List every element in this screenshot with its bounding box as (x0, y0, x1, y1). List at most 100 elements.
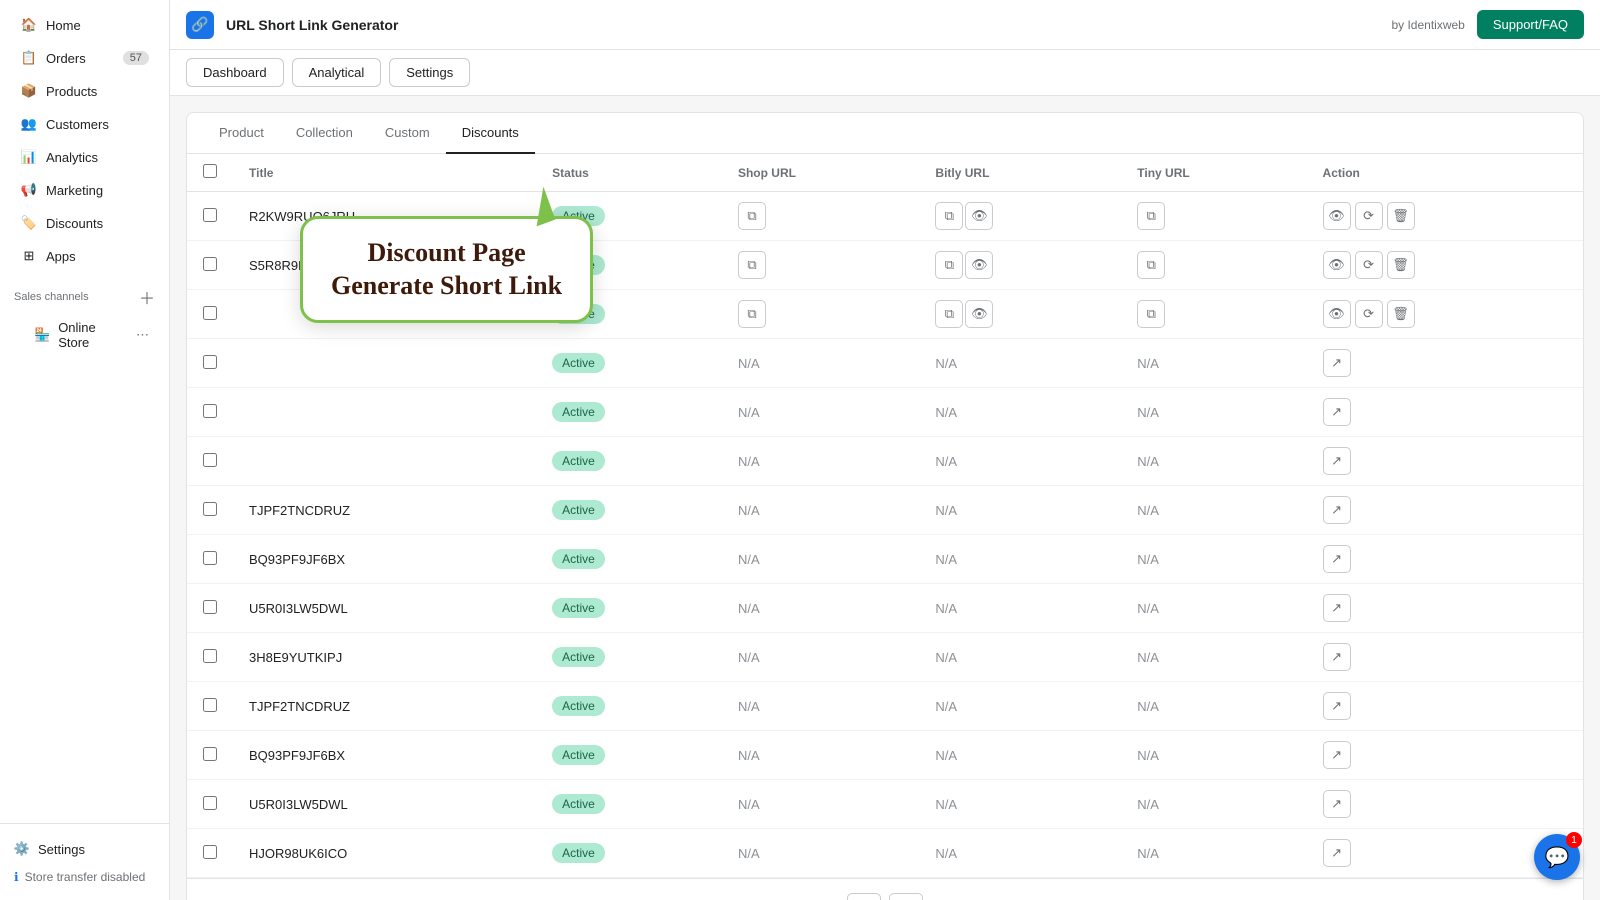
copy-tiny-url-button[interactable]: ⧉ (1137, 202, 1165, 230)
copy-bitly-url-button[interactable]: ⧉ (935, 251, 963, 279)
external-link-button[interactable]: ↗ (1323, 398, 1351, 426)
external-link-button[interactable]: ↗ (1323, 594, 1351, 622)
na-text: N/A (738, 846, 760, 861)
external-link-button[interactable]: ↗ (1323, 692, 1351, 720)
main-card: Product Collection Custom Discounts Titl… (186, 112, 1584, 900)
sidebar-item-home[interactable]: 🏠 Home (6, 9, 163, 41)
sidebar-item-products[interactable]: 📦 Products (6, 75, 163, 107)
external-link-button[interactable]: ↗ (1323, 741, 1351, 769)
external-link-button[interactable]: ↗ (1323, 349, 1351, 377)
row-tiny-url: N/A (1121, 388, 1306, 437)
col-action: Action (1307, 154, 1583, 192)
row-checkbox[interactable] (203, 796, 217, 810)
tab-discounts[interactable]: Discounts (446, 113, 535, 154)
delete-action-button[interactable]: 🗑 (1387, 202, 1415, 230)
refresh-action-button[interactable]: ⟳ (1355, 251, 1383, 279)
analytics-icon: 📊 (20, 148, 38, 166)
sidebar-item-marketing[interactable]: 📢 Marketing (6, 174, 163, 206)
col-bitly-url: Bitly URL (919, 154, 1121, 192)
row-checkbox[interactable] (203, 453, 217, 467)
sidebar-item-online-store[interactable]: 🏪 Online Store ⋯ (6, 314, 163, 356)
support-faq-button[interactable]: Support/FAQ (1477, 10, 1584, 39)
sidebar-item-label: Analytics (46, 150, 98, 165)
sidebar-item-apps[interactable]: ⊞ Apps (6, 240, 163, 272)
row-checkbox[interactable] (203, 649, 217, 663)
store-transfer-status: ℹ Store transfer disabled (0, 864, 169, 890)
external-link-button[interactable]: ↗ (1323, 447, 1351, 475)
row-bitly-url: N/A (919, 339, 1121, 388)
sidebar-item-settings[interactable]: ⚙️ Settings (0, 834, 169, 864)
tab-collection[interactable]: Collection (280, 113, 369, 154)
dashboard-button[interactable]: Dashboard (186, 58, 284, 87)
sales-channels-label: Sales channels (14, 291, 89, 303)
online-store-icon: 🏪 (34, 327, 50, 343)
chat-icon: 💬 (1545, 845, 1570, 870)
refresh-action-button[interactable]: ⟳ (1355, 202, 1383, 230)
chat-notification-badge: 1 (1566, 832, 1582, 848)
copy-shop-url-button[interactable]: ⧉ (738, 202, 766, 230)
prev-page-button[interactable]: ← (847, 893, 881, 900)
row-checkbox[interactable] (203, 600, 217, 614)
row-title: BQ93PF9JF6BX (233, 535, 536, 584)
row-checkbox[interactable] (203, 551, 217, 565)
row-checkbox[interactable] (203, 257, 217, 271)
copy-tiny-url-button[interactable]: ⧉ (1137, 300, 1165, 328)
view-action-button[interactable]: 👁 (1323, 202, 1351, 230)
sidebar-item-customers[interactable]: 👥 Customers (6, 108, 163, 140)
row-tiny-url: ⧉ (1121, 290, 1306, 339)
sidebar-item-analytics[interactable]: 📊 Analytics (6, 141, 163, 173)
online-store-expand-icon[interactable]: ⋯ (136, 327, 149, 343)
external-link-button[interactable]: ↗ (1323, 545, 1351, 573)
external-link-button[interactable]: ↗ (1323, 496, 1351, 524)
row-bitly-url: N/A (919, 780, 1121, 829)
row-checkbox[interactable] (203, 747, 217, 761)
view-bitly-url-button[interactable]: 👁 (965, 251, 993, 279)
row-checkbox[interactable] (203, 208, 217, 222)
top-bar: 🔗 URL Short Link Generator by Identixweb… (170, 0, 1600, 50)
refresh-action-button[interactable]: ⟳ (1355, 300, 1383, 328)
view-action-button[interactable]: 👁 (1323, 251, 1351, 279)
settings-button[interactable]: Settings (389, 58, 470, 87)
sidebar-item-discounts[interactable]: 🏷️ Discounts (6, 207, 163, 239)
chat-bubble[interactable]: 💬 1 (1534, 834, 1580, 880)
view-bitly-url-button[interactable]: 👁 (965, 202, 993, 230)
external-link-button[interactable]: ↗ (1323, 643, 1351, 671)
row-checkbox[interactable] (203, 355, 217, 369)
discounts-table: Title Status Shop URL Bitly URL Tiny URL… (187, 154, 1583, 878)
analytical-button[interactable]: Analytical (292, 58, 382, 87)
row-tiny-url: N/A (1121, 437, 1306, 486)
delete-action-button[interactable]: 🗑 (1387, 251, 1415, 279)
copy-bitly-url-button[interactable]: ⧉ (935, 300, 963, 328)
sidebar-item-orders[interactable]: 📋 Orders 57 (6, 42, 163, 74)
row-checkbox[interactable] (203, 404, 217, 418)
apps-icon: ⊞ (20, 247, 38, 265)
na-text: N/A (1137, 454, 1159, 469)
tab-product[interactable]: Product (203, 113, 280, 154)
app-by: by Identixweb (1391, 18, 1464, 32)
next-page-button[interactable]: → (889, 893, 923, 900)
external-link-button[interactable]: ↗ (1323, 790, 1351, 818)
copy-tiny-url-button[interactable]: ⧉ (1137, 251, 1165, 279)
row-checkbox[interactable] (203, 306, 217, 320)
na-text: N/A (738, 601, 760, 616)
tab-custom[interactable]: Custom (369, 113, 446, 154)
add-sales-channel-icon[interactable]: ＋ (139, 285, 155, 309)
copy-shop-url-button[interactable]: ⧉ (738, 251, 766, 279)
row-status: Active (536, 633, 722, 682)
delete-action-button[interactable]: 🗑 (1387, 300, 1415, 328)
view-action-button[interactable]: 👁 (1323, 300, 1351, 328)
copy-bitly-url-button[interactable]: ⧉ (935, 202, 963, 230)
row-checkbox[interactable] (203, 845, 217, 859)
external-link-button[interactable]: ↗ (1323, 839, 1351, 867)
copy-shop-url-button[interactable]: ⧉ (738, 300, 766, 328)
row-shop-url: N/A (722, 633, 919, 682)
select-all-checkbox[interactable] (203, 164, 217, 178)
settings-icon: ⚙️ (14, 841, 30, 857)
status-badge: Active (552, 402, 605, 422)
row-checkbox[interactable] (203, 502, 217, 516)
row-checkbox[interactable] (203, 698, 217, 712)
row-title: U5R0I3LW5DWL (233, 584, 536, 633)
view-bitly-url-button[interactable]: 👁 (965, 300, 993, 328)
row-shop-url: N/A (722, 682, 919, 731)
row-tiny-url: N/A (1121, 829, 1306, 878)
